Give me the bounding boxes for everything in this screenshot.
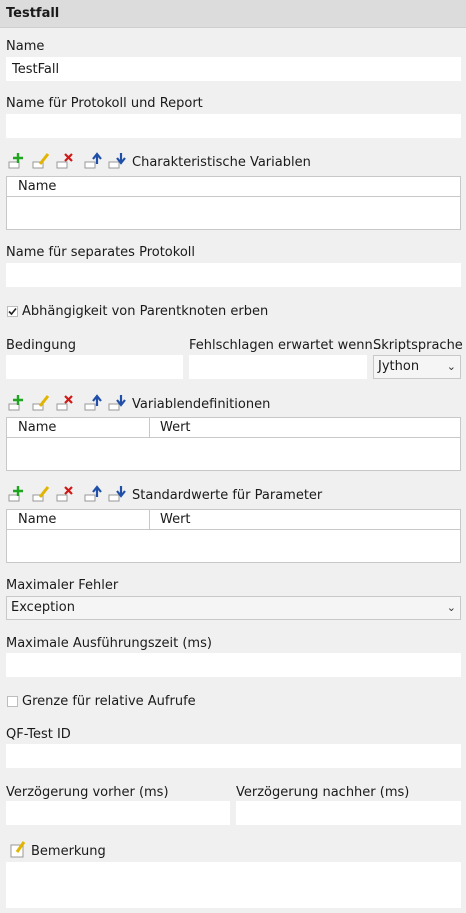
column-header-value[interactable]: Wert	[160, 420, 191, 435]
edit-icon[interactable]	[32, 151, 52, 169]
var-defs-label: Variablendefinitionen	[132, 397, 271, 412]
table-header: Name Wert	[7, 418, 460, 438]
max-error-value: Exception	[11, 600, 75, 615]
column-header-value[interactable]: Wert	[160, 512, 191, 527]
move-down-icon[interactable]	[108, 393, 128, 411]
delay-before-input[interactable]	[6, 801, 230, 825]
inherit-label: Abhängigkeit von Parentknoten erben	[22, 304, 269, 319]
move-up-icon[interactable]	[84, 393, 104, 411]
column-divider[interactable]	[149, 418, 150, 437]
add-icon[interactable]	[8, 151, 28, 169]
char-vars-toolbar	[8, 151, 133, 169]
char-vars-table[interactable]: Name	[6, 176, 461, 230]
add-icon[interactable]	[8, 484, 28, 502]
var-defs-toolbar	[8, 393, 133, 411]
max-time-label: Maximale Ausführungszeit (ms)	[6, 636, 212, 651]
script-lang-value: Jython	[378, 359, 420, 374]
name-input[interactable]: TestFall	[6, 57, 461, 81]
move-down-icon[interactable]	[108, 484, 128, 502]
delay-before-label: Verzögerung vorher (ms)	[6, 785, 169, 800]
delete-icon[interactable]	[56, 151, 76, 169]
script-lang-select[interactable]: Jython ⌄	[373, 355, 461, 379]
table-header: Name Wert	[7, 510, 460, 530]
chevron-down-icon: ⌄	[446, 601, 456, 614]
move-down-icon[interactable]	[108, 151, 128, 169]
panel-title: Testfall	[6, 6, 60, 21]
condition-input[interactable]	[6, 355, 183, 379]
column-divider[interactable]	[149, 510, 150, 529]
add-icon[interactable]	[8, 393, 28, 411]
expected-fail-label: Fehlschlagen erwartet wenn...	[189, 338, 386, 353]
column-header-name[interactable]: Name	[18, 179, 56, 194]
separate-log-label: Name für separates Protokoll	[6, 245, 195, 260]
defaults-table[interactable]: Name Wert	[6, 509, 461, 563]
chevron-down-icon: ⌄	[446, 360, 456, 373]
qf-id-input[interactable]	[6, 744, 461, 768]
max-error-select[interactable]: Exception ⌄	[6, 596, 461, 620]
separate-log-input[interactable]	[6, 263, 461, 287]
comment-label: Bemerkung	[31, 844, 106, 859]
expected-fail-input[interactable]	[189, 355, 367, 379]
relative-limit-checkbox[interactable]	[7, 696, 18, 707]
edit-comment-icon[interactable]	[10, 840, 30, 858]
panel-header: Testfall	[0, 0, 466, 28]
edit-icon[interactable]	[32, 484, 52, 502]
relative-limit-label: Grenze für relative Aufrufe	[22, 694, 196, 709]
delete-icon[interactable]	[56, 393, 76, 411]
edit-icon[interactable]	[32, 393, 52, 411]
move-up-icon[interactable]	[84, 484, 104, 502]
name-label: Name	[6, 39, 45, 54]
script-lang-label: Skriptsprache	[373, 338, 463, 353]
max-time-input[interactable]	[6, 653, 461, 677]
column-header-name[interactable]: Name	[18, 420, 56, 435]
table-header: Name	[7, 177, 460, 197]
inherit-checkbox[interactable]	[7, 306, 18, 317]
delay-after-input[interactable]	[236, 801, 461, 825]
delay-after-label: Verzögerung nachher (ms)	[236, 785, 410, 800]
qf-id-label: QF-Test ID	[6, 727, 71, 742]
char-vars-label: Charakteristische Variablen	[132, 155, 311, 170]
report-name-input[interactable]	[6, 114, 461, 138]
move-up-icon[interactable]	[84, 151, 104, 169]
delete-icon[interactable]	[56, 484, 76, 502]
condition-label: Bedingung	[6, 338, 77, 353]
max-error-label: Maximaler Fehler	[6, 578, 119, 593]
defaults-label: Standardwerte für Parameter	[132, 488, 323, 503]
defaults-toolbar	[8, 484, 133, 502]
column-header-name[interactable]: Name	[18, 512, 56, 527]
comment-textarea[interactable]	[6, 862, 461, 908]
var-defs-table[interactable]: Name Wert	[6, 417, 461, 471]
report-name-label: Name für Protokoll und Report	[6, 96, 203, 111]
